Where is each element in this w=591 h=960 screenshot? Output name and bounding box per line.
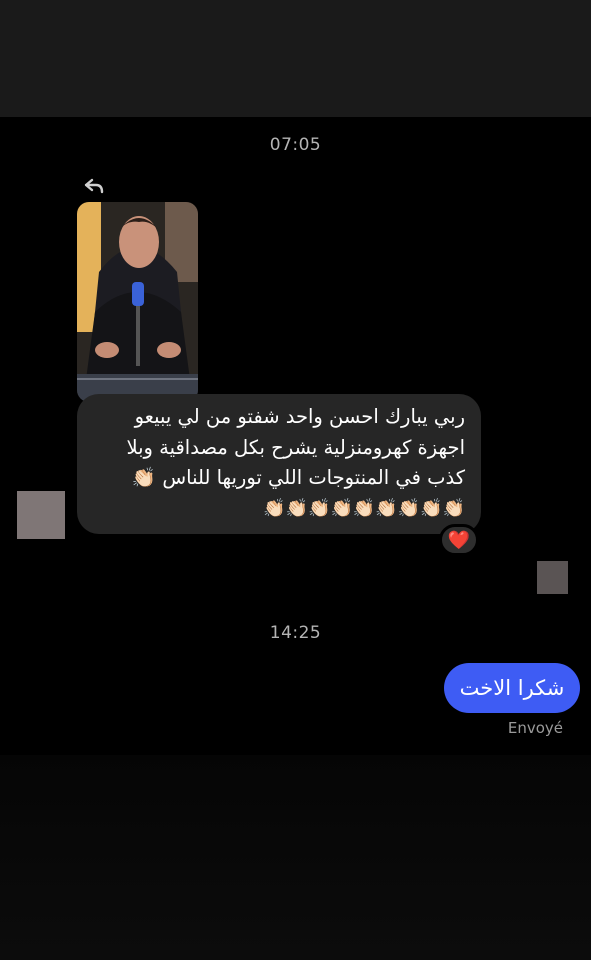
shared-video-thumbnail[interactable] [77, 202, 198, 402]
message-line: اجهزة كهرومنزلية يشرح بكل مصداقية وبلا [126, 435, 465, 459]
message-line: 👏🏻👏🏻👏🏻👏🏻👏🏻👏🏻👏🏻👏🏻👏🏻 [263, 497, 465, 519]
message-line: ربي يبارك احسن واحد شفتو من لي يبيعو [134, 405, 465, 428]
outgoing-message-bubble[interactable]: شكرا الاخت [444, 663, 580, 713]
sender-avatar[interactable] [17, 491, 65, 539]
reply-arrow-icon[interactable] [84, 178, 104, 194]
dm-conversation: 07:05 ربي يبارك احسن واحد شفتو من لي يبي… [0, 0, 591, 960]
outgoing-message-text: شكرا الاخت [459, 676, 565, 700]
composer-area [0, 755, 591, 960]
message-line: كذب في المنتوجات اللي توريها للناس 👏🏻 [131, 466, 465, 489]
incoming-message-bubble[interactable]: ربي يبارك احسن واحد شفتو من لي يبيعو اجه… [77, 394, 481, 534]
header-bar [0, 0, 591, 117]
timestamp: 14:25 [269, 623, 322, 643]
heart-reaction[interactable]: ❤️ [439, 524, 479, 556]
seen-avatar [537, 561, 568, 594]
timestamp: 07:05 [269, 135, 322, 155]
delivery-status: Envoyé [507, 719, 563, 737]
heart-icon: ❤️ [447, 529, 471, 551]
